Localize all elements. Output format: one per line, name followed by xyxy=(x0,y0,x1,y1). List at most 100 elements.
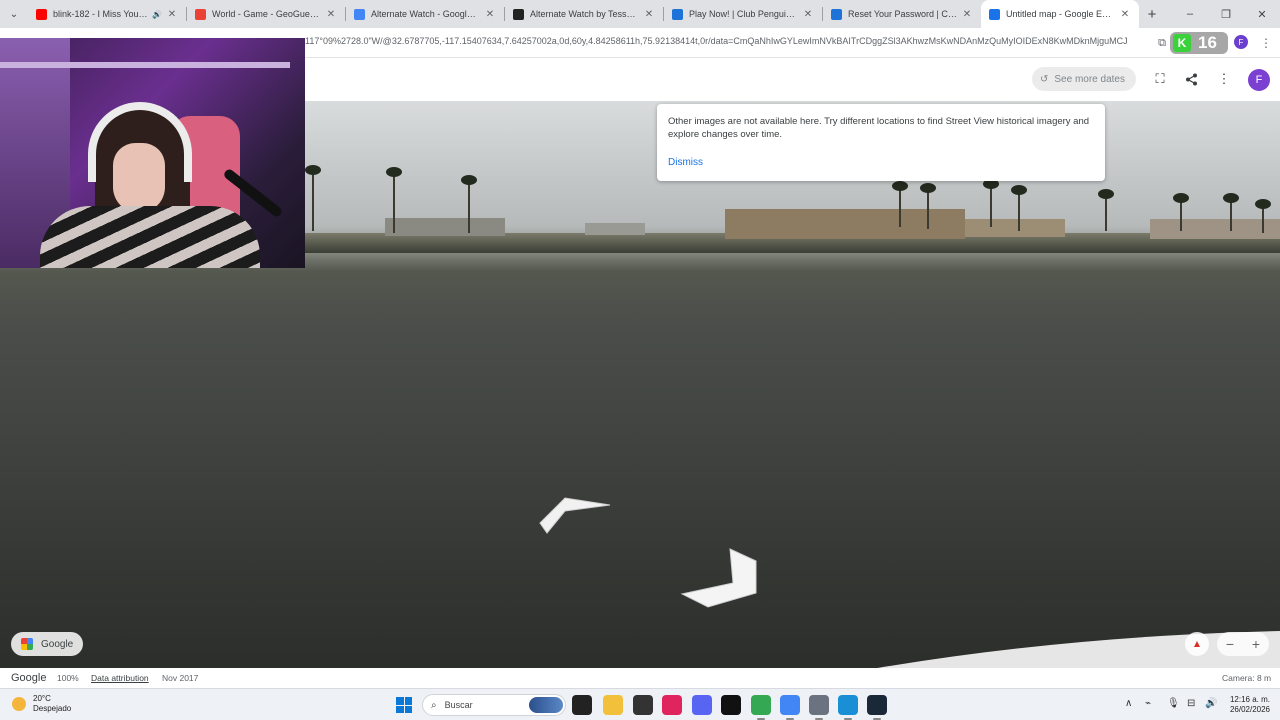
tesseron-icon xyxy=(513,8,524,20)
new-tab-button[interactable]: + xyxy=(1139,0,1165,28)
tab-title: Play Now! | Club Penguin Lega xyxy=(689,9,798,19)
windows-start-icon[interactable] xyxy=(396,697,412,713)
browser-tab[interactable]: World - Game - GeoGuessr ✕ xyxy=(187,0,345,28)
see-more-dates-button[interactable]: ↺ See more dates xyxy=(1032,67,1136,91)
google-icon xyxy=(354,8,365,20)
minimize-icon[interactable]: – xyxy=(1172,0,1208,28)
youtube-icon xyxy=(36,8,47,20)
webcam-overlay xyxy=(0,38,305,268)
camera-altitude: Camera: 8 m xyxy=(1222,673,1272,683)
see-more-dates-label: See more dates xyxy=(1054,73,1125,85)
extension-k-icon: K xyxy=(1173,34,1191,52)
palm-tree xyxy=(1255,199,1271,233)
share-icon[interactable] xyxy=(1181,69,1201,89)
navigate-arrow-forward-icon[interactable] xyxy=(678,547,763,609)
meet-now-icon[interactable]: ⌁ xyxy=(1145,698,1151,709)
search-icon: ⌕ xyxy=(431,699,437,711)
palm-tree xyxy=(892,181,908,227)
discord-icon[interactable] xyxy=(692,695,712,715)
epic-icon[interactable] xyxy=(721,695,741,715)
tab-search-icon[interactable]: ⌄ xyxy=(0,0,28,28)
browser-tab[interactable]: Untitled map - Google Earth ✕ xyxy=(981,0,1139,28)
close-tab-icon[interactable]: ✕ xyxy=(802,9,814,20)
browser-menu-icon[interactable]: ⋮ xyxy=(1258,35,1274,51)
steam-icon[interactable] xyxy=(867,695,887,720)
maximize-icon[interactable]: ❐ xyxy=(1208,0,1244,28)
building xyxy=(585,223,645,235)
browser-tab-strip: ⌄ blink-182 - I Miss You (Offic🔊✕World -… xyxy=(0,0,1280,28)
weather-temperature: 20°C xyxy=(33,694,51,703)
tray-chevron-icon[interactable]: ∧ xyxy=(1125,698,1132,709)
geoguessr-icon xyxy=(195,8,206,20)
striped-sweater xyxy=(40,206,260,268)
google-map-chip[interactable]: Google xyxy=(11,632,83,656)
earth-profile-avatar[interactable]: F xyxy=(1248,69,1270,91)
chrome-profile-icon[interactable] xyxy=(780,695,800,720)
url-field[interactable]: 117°09%2728.0"W/@32.6787705,-117.1540763… xyxy=(305,36,1150,46)
zoom-in-button[interactable]: + xyxy=(1243,632,1269,656)
install-app-icon[interactable]: ⧉ xyxy=(1154,35,1170,51)
extension-counter: 16 xyxy=(1198,33,1217,52)
earth-status-bar: Google 100% Data attribution Nov 2017 Ca… xyxy=(0,668,1280,688)
obs-icon[interactable] xyxy=(633,695,653,715)
google-earth-icon xyxy=(989,8,1000,20)
close-tab-icon[interactable]: ✕ xyxy=(325,9,337,20)
navigate-arrow-back-icon[interactable] xyxy=(535,493,615,538)
history-icon: ↺ xyxy=(1040,73,1049,85)
tab-title: Alternate Watch by Tesseron xyxy=(530,9,639,19)
data-attribution-link[interactable]: Data attribution xyxy=(91,673,149,683)
photos-icon[interactable] xyxy=(838,695,858,720)
building xyxy=(725,209,965,239)
palm-tree xyxy=(1011,185,1027,231)
palm-tree xyxy=(1223,193,1239,231)
task-view-icon[interactable] xyxy=(572,695,592,715)
weather-description: Despejado xyxy=(33,704,72,713)
popup-message: Other images are not available here. Try… xyxy=(668,116,1090,140)
close-tab-icon[interactable]: ✕ xyxy=(1119,9,1131,20)
browser-tab[interactable]: Reset Your Password | Club Pen ✕ xyxy=(823,0,981,28)
microphone-icon[interactable]: 🎙 xyxy=(1167,698,1180,709)
taskbar-search[interactable]: ⌕ Buscar xyxy=(422,694,566,716)
close-tab-icon[interactable]: ✕ xyxy=(484,9,496,20)
palm-tree xyxy=(1098,189,1114,231)
more-options-icon[interactable]: ⋮ xyxy=(1214,69,1234,89)
network-icon[interactable]: ⊟ xyxy=(1187,698,1195,709)
clock-date: 26/02/2026 xyxy=(1229,705,1270,714)
palm-tree xyxy=(386,167,402,233)
weather-sun-icon xyxy=(12,697,26,711)
weather-widget[interactable]: 20°C Despejado xyxy=(12,694,71,714)
palm-tree xyxy=(305,165,321,231)
google-logo-icon xyxy=(21,638,33,650)
tab-title: blink-182 - I Miss You (Offic xyxy=(53,9,149,19)
windows-taskbar: 20°C Despejado ⌕ Buscar ∧ ⌁ 🎙 ⊟ 🔊 12:16 … xyxy=(0,688,1280,720)
earth-toolbar: ↺ See more dates ⛶ ⋮ F xyxy=(305,58,1280,101)
palm-tree xyxy=(1173,193,1189,231)
boat-bow xyxy=(877,631,1280,668)
browser-profile-avatar[interactable]: F xyxy=(1234,35,1248,49)
clock-time: 12:16 a. m. xyxy=(1229,695,1270,704)
browser-tab[interactable]: Alternate Watch by Tesseron ✕ xyxy=(505,0,663,28)
close-tab-icon[interactable]: ✕ xyxy=(643,9,655,20)
close-window-icon[interactable]: ✕ xyxy=(1244,0,1280,28)
compass-icon[interactable] xyxy=(1185,632,1209,656)
tiktok-icon[interactable] xyxy=(662,695,682,715)
webcam-shelf xyxy=(0,62,290,68)
settings-icon[interactable] xyxy=(809,695,829,720)
browser-tab[interactable]: Play Now! | Club Penguin Lega ✕ xyxy=(664,0,822,28)
zoom-out-button[interactable]: − xyxy=(1217,632,1243,656)
browser-tab[interactable]: blink-182 - I Miss You (Offic🔊 ✕ xyxy=(28,0,186,28)
browser-tab[interactable]: Alternate Watch - Google Sea ✕ xyxy=(346,0,504,28)
close-tab-icon[interactable]: ✕ xyxy=(166,9,178,20)
tab-title: Reset Your Password | Club Pen xyxy=(848,9,957,19)
file-explorer-icon[interactable] xyxy=(603,695,623,715)
taskbar-clock[interactable]: 12:16 a. m. 26/02/2026 xyxy=(1222,695,1270,715)
dismiss-button[interactable]: Dismiss xyxy=(668,157,703,168)
extension-badge[interactable]: K 16 xyxy=(1170,32,1228,54)
volume-icon[interactable]: 🔊 xyxy=(1205,698,1217,709)
close-tab-icon[interactable]: ✕ xyxy=(961,9,973,20)
fullscreen-icon[interactable]: ⛶ xyxy=(1150,69,1170,89)
chrome-icon[interactable] xyxy=(751,695,771,720)
google-chip-label: Google xyxy=(41,638,74,650)
headphones-icon xyxy=(88,102,192,182)
tab-audio-icon[interactable]: 🔊 xyxy=(152,10,162,19)
